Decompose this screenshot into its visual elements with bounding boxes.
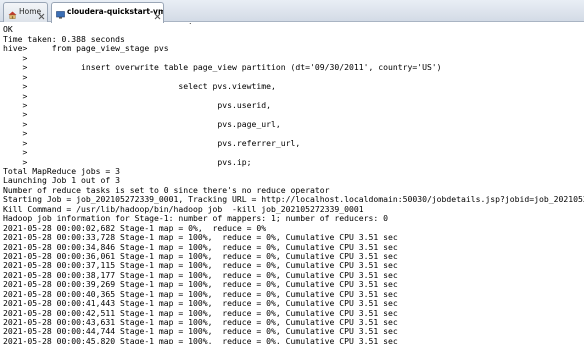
home-icon: [8, 8, 17, 19]
close-icon[interactable]: [154, 9, 161, 20]
close-icon[interactable]: [38, 9, 45, 20]
vm-icon: [56, 8, 65, 19]
terminal-line: > pvs.page_url,: [3, 118, 281, 129]
terminal-line: > insert overwrite table page_view parti…: [3, 62, 442, 73]
terminal-line: hive> from page_view_stage pvs: [3, 43, 169, 54]
tab-vm-label: cloudera-quickstart-vm-4...: [67, 7, 163, 16]
terminal-lines: > STORED AS TEXTFILE;OKTime taken: 0.388…: [0, 23, 584, 344]
terminal-line: 2021-05-28 00:00:45,820 Stage-1 map = 10…: [3, 335, 398, 344]
terminal-line: > select pvs.viewtime,: [3, 81, 276, 92]
terminal-window: Home cloudera-quickstart-vm-4...: [0, 0, 584, 344]
terminal-line: > pvs.userid,: [3, 99, 272, 110]
terminal-output[interactable]: > STORED AS TEXTFILE;OKTime taken: 0.388…: [0, 23, 584, 344]
terminal-line: > pvs.referrer_url,: [3, 137, 301, 148]
tab-vm[interactable]: cloudera-quickstart-vm-4...: [51, 2, 164, 23]
tab-bar: Home cloudera-quickstart-vm-4...: [0, 0, 584, 23]
tab-home[interactable]: Home: [3, 2, 48, 22]
